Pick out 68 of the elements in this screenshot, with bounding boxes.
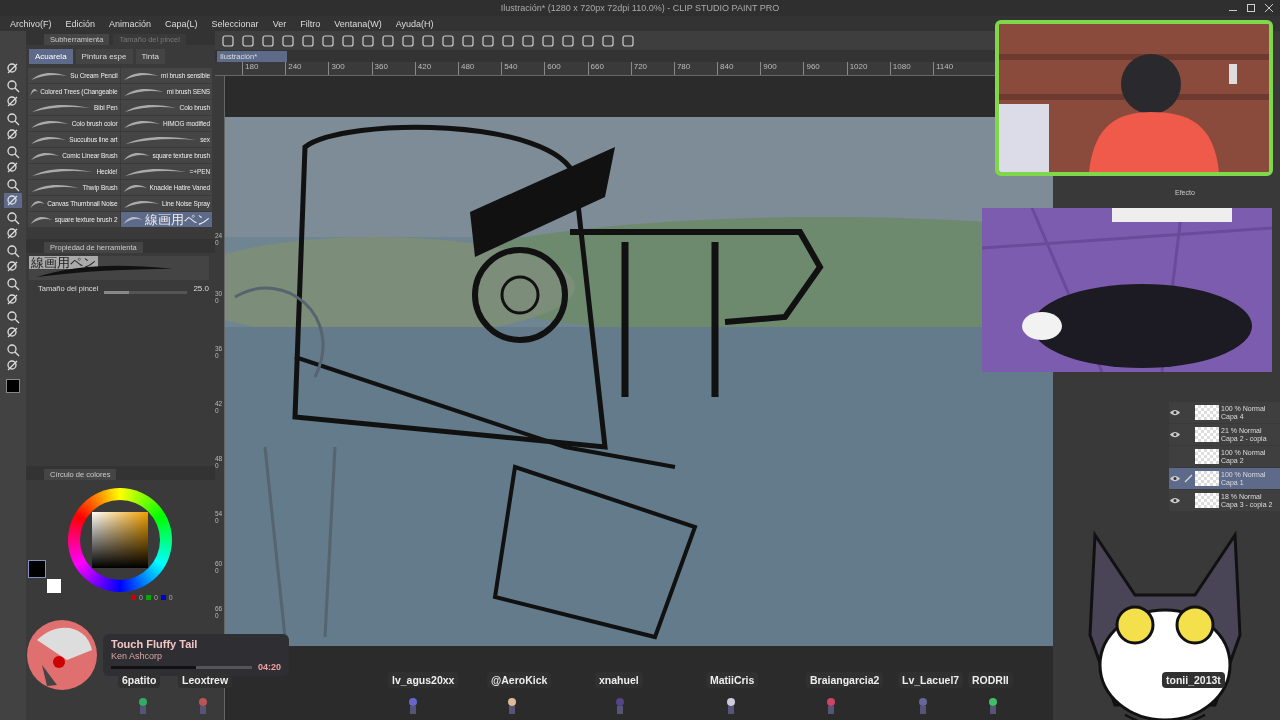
avatar-sprite xyxy=(988,698,998,714)
subtool-group-tab[interactable]: Pintura espe xyxy=(75,49,133,64)
size-slider[interactable] xyxy=(104,291,188,294)
menu-item[interactable]: Ayuda(H) xyxy=(395,18,434,29)
layer-thumbnail xyxy=(1195,449,1219,464)
menu-item[interactable]: Capa(L) xyxy=(165,18,198,29)
brush-stroke-icon xyxy=(122,118,161,129)
chat-username: Leoxtrew xyxy=(178,672,233,688)
chat-username: RODRII xyxy=(968,672,1013,688)
maximize-icon[interactable] xyxy=(1246,3,1256,13)
brush-stroke-icon xyxy=(30,214,53,225)
brush-stroke-icon xyxy=(30,150,61,161)
menu-item[interactable]: Filtro xyxy=(300,18,321,29)
preview-label: 線画用ペン xyxy=(29,256,98,269)
avatar-sprite xyxy=(615,698,625,714)
sub-color-swatch[interactable] xyxy=(47,579,61,593)
avatar-sprite xyxy=(198,698,208,714)
close-icon[interactable] xyxy=(1264,3,1274,13)
eye-icon[interactable] xyxy=(1170,431,1180,438)
main-color-swatch[interactable] xyxy=(28,560,46,578)
channel-icon xyxy=(145,595,151,600)
layer-thumbnail xyxy=(1195,427,1219,442)
avatar-sprite xyxy=(138,698,148,714)
song-title: Touch Fluffy Tail xyxy=(111,638,199,650)
chat-username: 6patito xyxy=(118,672,161,688)
chat-username: Lv_Lacuel7 xyxy=(898,672,964,688)
size-value[interactable]: 25.0 xyxy=(193,284,209,293)
menu-item[interactable]: Archivo(F) xyxy=(10,18,52,29)
brush-stroke-icon xyxy=(122,214,143,225)
menu-item[interactable]: Ver xyxy=(272,18,287,29)
menu-item[interactable]: Seleccionar xyxy=(211,18,259,29)
menu-item[interactable]: Ventana(W) xyxy=(334,18,382,29)
avatar-sprite xyxy=(726,698,736,714)
menu-item[interactable]: Edición xyxy=(65,18,96,29)
eye-icon[interactable] xyxy=(1170,497,1180,504)
layer-thumbnail xyxy=(1195,471,1219,486)
chat-username: lv_agus20xx xyxy=(388,672,459,688)
song-artist: Ken Ashcorp xyxy=(111,651,164,661)
square-icon[interactable] xyxy=(441,33,455,48)
avatar-sprite xyxy=(507,698,517,714)
eye-icon[interactable] xyxy=(1170,475,1180,482)
layer-thumbnail xyxy=(1195,405,1219,420)
color-swatch[interactable] xyxy=(6,378,20,393)
subtool-group-tab[interactable]: Tinta xyxy=(135,49,165,64)
window-title: Ilustración* (1280 x 720px 72dpi 110.0%) - CLIP STUDIO PAINT PRO xyxy=(500,3,780,13)
brush-stroke-icon xyxy=(30,86,39,97)
brush-stroke-icon xyxy=(122,182,148,193)
brush-stroke-icon xyxy=(30,198,46,209)
brush-preset[interactable]: 線画用ペン xyxy=(120,212,212,227)
avatar-sprite xyxy=(918,698,928,714)
brush-stroke-icon xyxy=(122,70,160,81)
song-time: 04:20 xyxy=(257,662,281,672)
chat-username: Braiangarcia2 xyxy=(806,672,884,688)
subtool-group-tab[interactable]: Acuarela xyxy=(29,49,73,64)
channel-icon xyxy=(131,595,136,600)
chat-username: @AeroKick xyxy=(487,672,552,688)
chat-username: tonii_2013t xyxy=(1162,672,1225,688)
chat-username: xnahuel xyxy=(595,672,643,688)
layer-thumbnail xyxy=(1195,493,1219,508)
channel-icon xyxy=(160,595,166,600)
square-icon[interactable] xyxy=(541,33,555,48)
avatar-sprite xyxy=(408,698,418,714)
chat-username: MatiiCris xyxy=(706,672,759,688)
brush-stroke-icon xyxy=(122,86,165,97)
menu-item[interactable]: Animación xyxy=(109,18,152,29)
avatar-sprite xyxy=(826,698,836,714)
brush-stroke-icon xyxy=(122,150,151,161)
eye-icon[interactable] xyxy=(1170,409,1180,416)
